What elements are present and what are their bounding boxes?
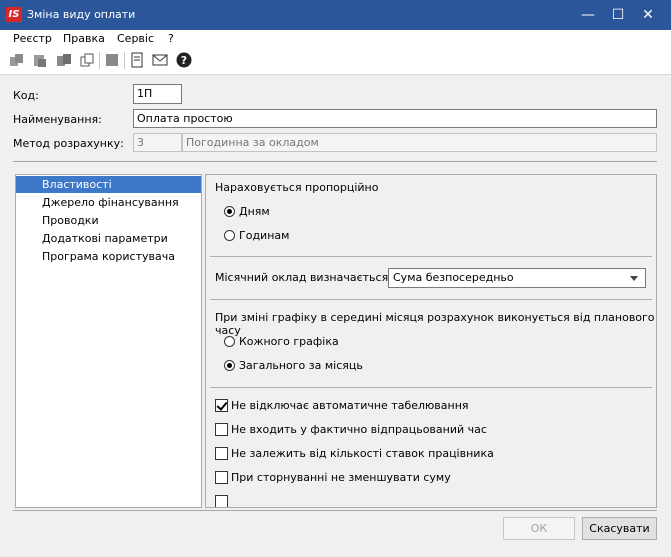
checkbox-storno-no-reduce[interactable] xyxy=(215,471,228,484)
checkbox-partially-hidden[interactable] xyxy=(215,495,228,507)
divider xyxy=(13,161,657,162)
menu-bar: Реєстр Правка Сервіс ? xyxy=(0,30,671,48)
menu-registry[interactable]: Реєстр xyxy=(13,30,52,48)
cancel-button[interactable]: Скасувати xyxy=(582,517,657,540)
section-list: Властивості Джерело фінансування Проводк… xyxy=(15,174,202,508)
section-item-properties[interactable]: Властивості xyxy=(16,176,201,193)
radio-hours[interactable] xyxy=(224,230,235,241)
window-title: Зміна виду оплати xyxy=(27,8,136,21)
menu-service[interactable]: Сервіс xyxy=(117,30,154,48)
salary-select[interactable]: Сума безпосередньо xyxy=(388,268,646,288)
toolbar: ? xyxy=(0,48,671,75)
section-item-postings[interactable]: Проводки xyxy=(16,212,201,229)
name-label: Найменування: xyxy=(13,113,102,126)
menu-help[interactable]: ? xyxy=(168,30,174,48)
duplicate-icon[interactable] xyxy=(78,51,96,69)
method-label: Метод розрахунку: xyxy=(13,137,124,150)
radio-monthly-total[interactable] xyxy=(224,360,235,371)
radio-each-schedule-label[interactable]: Кожного графіка xyxy=(239,335,339,348)
checkbox-storno-no-reduce-label[interactable]: При сторнуванні не зменшувати суму xyxy=(231,471,451,484)
checkbox-not-worked-time-label[interactable]: Не входить у фактично відпрацьований час xyxy=(231,423,487,436)
divider xyxy=(13,510,657,511)
section-item-additional-params[interactable]: Додаткові параметри xyxy=(16,230,201,247)
radio-hours-label[interactable]: Годинам xyxy=(239,229,289,242)
radio-days[interactable] xyxy=(224,206,235,217)
name-field[interactable]: Оплата простою xyxy=(133,109,657,128)
ok-button[interactable]: ОК xyxy=(503,517,575,540)
radio-each-schedule[interactable] xyxy=(224,336,235,347)
checkbox-rate-independent-label[interactable]: Не залежить від кількості ставок працівн… xyxy=(231,447,494,460)
radio-days-label[interactable]: Дням xyxy=(239,205,270,218)
chevron-down-icon[interactable] xyxy=(630,276,638,281)
section-divider xyxy=(210,387,652,388)
title-bar: IS Зміна виду оплати — ☐ ✕ xyxy=(0,0,671,30)
copy-icon[interactable] xyxy=(8,51,26,69)
minimize-button[interactable]: — xyxy=(573,0,603,30)
section-item-user-program[interactable]: Програма користувача xyxy=(16,248,201,265)
method-name-field: Погодинна за окладом xyxy=(182,133,657,152)
toolbar-separator xyxy=(124,52,125,69)
maximize-button[interactable]: ☐ xyxy=(603,0,633,30)
section-divider xyxy=(210,299,652,300)
help-icon[interactable]: ? xyxy=(175,51,193,69)
salary-label: Місячний оклад визначається: xyxy=(215,271,392,284)
paste-icon[interactable] xyxy=(31,51,49,69)
delete-icon[interactable] xyxy=(103,51,121,69)
salary-select-value: Сума безпосередньо xyxy=(393,271,514,284)
code-field[interactable]: 1П xyxy=(133,84,182,104)
move-icon[interactable] xyxy=(55,51,73,69)
method-code-field: 3 xyxy=(133,133,182,152)
checkbox-not-worked-time[interactable] xyxy=(215,423,228,436)
close-button[interactable]: ✕ xyxy=(633,0,663,30)
radio-monthly-total-label[interactable]: Загального за місяць xyxy=(239,359,363,372)
svg-text:?: ? xyxy=(181,54,187,67)
code-label: Код: xyxy=(13,89,39,102)
checkbox-rate-independent[interactable] xyxy=(215,447,228,460)
schedule-title: При зміні графіку в середині місяця розр… xyxy=(215,311,655,337)
section-divider xyxy=(210,256,652,257)
proportional-title: Нараховується пропорційно xyxy=(215,181,379,194)
properties-panel: Нараховується пропорційно Дням Годинам М… xyxy=(205,174,657,508)
menu-edit[interactable]: Правка xyxy=(63,30,105,48)
checkbox-auto-timesheet[interactable] xyxy=(215,399,228,412)
section-item-funding-source[interactable]: Джерело фінансування xyxy=(16,194,201,211)
app-logo: IS xyxy=(6,7,22,22)
document-icon[interactable] xyxy=(128,51,146,69)
mail-icon[interactable] xyxy=(151,51,169,69)
checkbox-auto-timesheet-label[interactable]: Не відключає автоматичне табелювання xyxy=(231,399,469,412)
toolbar-separator xyxy=(99,52,100,69)
